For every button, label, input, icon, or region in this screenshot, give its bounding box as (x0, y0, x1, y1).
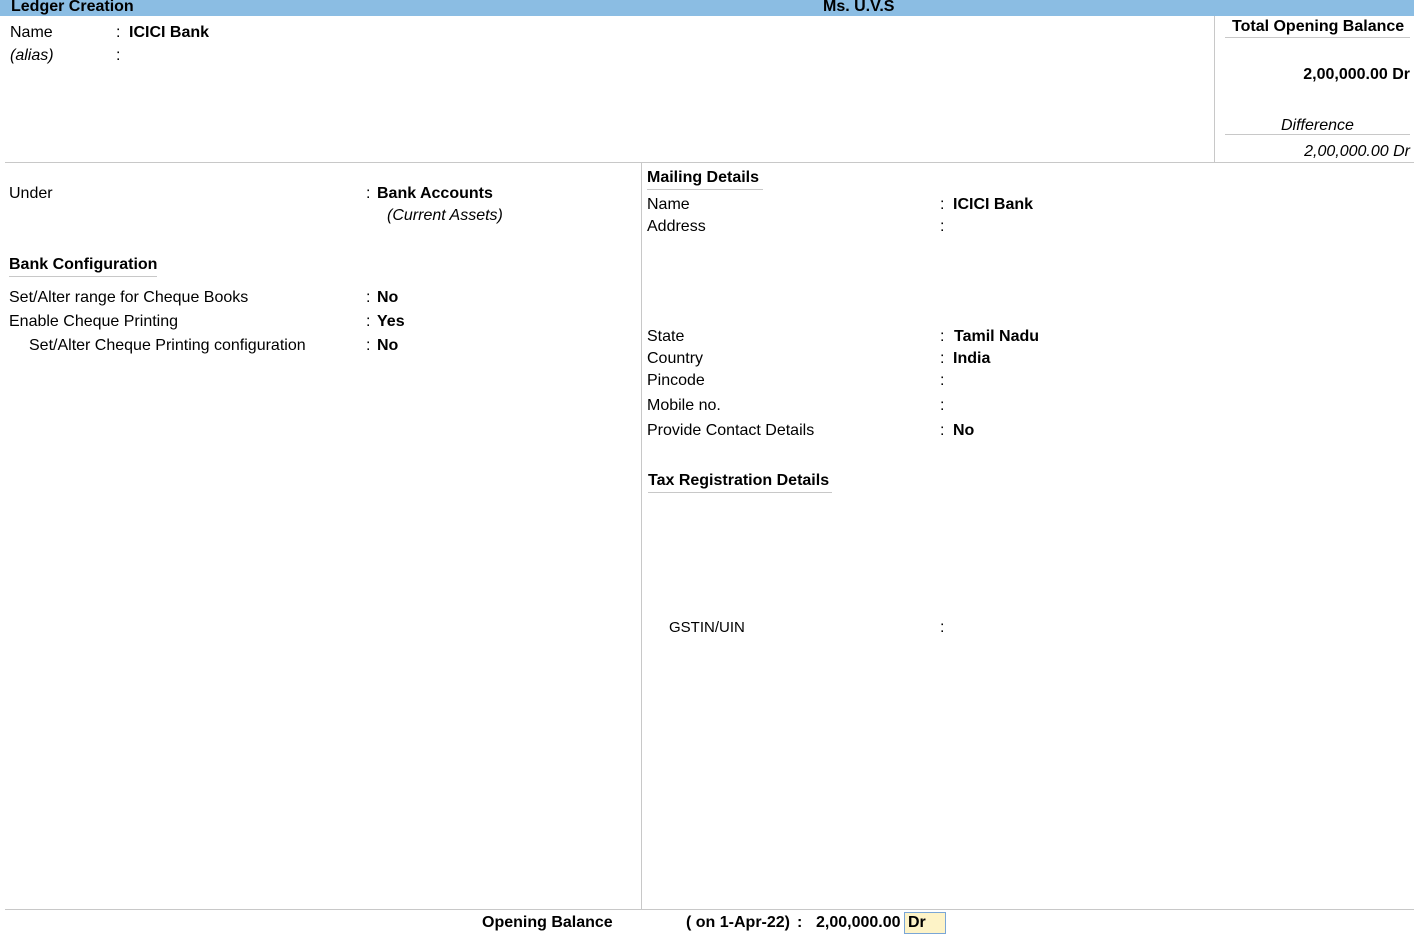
cheque-range-colon: : (366, 289, 371, 306)
cheque-printing-label: Enable Cheque Printing (9, 313, 179, 330)
balance-divider (1225, 37, 1410, 38)
difference-label: Difference (1281, 117, 1354, 134)
country-label: Country (647, 350, 704, 367)
pincode-colon: : (940, 372, 945, 389)
name-input[interactable]: ICICI Bank (129, 24, 209, 42)
mailing-details-heading: Mailing Details (647, 169, 764, 190)
contact-details-input[interactable]: No (953, 422, 974, 440)
opening-balance-colon: : (797, 914, 803, 931)
dr-cr-selector[interactable]: Dr (904, 912, 946, 934)
gstin-label: GSTIN/UIN (669, 619, 745, 636)
total-opening-balance-label: Total Opening Balance (1232, 18, 1405, 35)
alias-colon: : (116, 47, 121, 64)
bank-configuration-heading: Bank Configuration (9, 256, 158, 277)
opening-balance-date: ( on 1-Apr-22) (686, 914, 790, 931)
address-input[interactable] (953, 218, 1353, 308)
mobile-colon: : (940, 397, 945, 414)
state-colon: : (940, 328, 945, 345)
under-colon: : (366, 185, 371, 202)
under-input[interactable]: Bank Accounts (377, 185, 493, 203)
alias-label: (alias) (10, 47, 54, 64)
address-label: Address (647, 218, 706, 235)
alias-input[interactable] (129, 47, 429, 65)
company-name: Ms. U.V.S (823, 0, 895, 15)
state-input[interactable]: Tamil Nadu (954, 328, 1039, 346)
cheque-printing-input[interactable]: Yes (377, 313, 405, 331)
cheque-printing-config-colon: : (366, 337, 371, 354)
mobile-input[interactable] (953, 397, 1153, 415)
country-colon: : (940, 350, 945, 367)
country-input[interactable]: India (953, 350, 990, 368)
difference-divider (1225, 134, 1410, 135)
title-bar: Ledger Creation Ms. U.V.S (0, 0, 1414, 16)
gstin-input[interactable] (953, 619, 1203, 637)
mobile-label: Mobile no. (647, 397, 721, 414)
contact-details-label: Provide Contact Details (647, 422, 815, 439)
opening-balance-label: Opening Balance (482, 914, 613, 931)
total-opening-balance-value: 2,00,000.00 Dr (1303, 66, 1410, 83)
pincode-label: Pincode (647, 372, 705, 389)
opening-balance-amount-input[interactable]: 2,00,000.00 (816, 914, 901, 932)
under-label: Under (9, 185, 53, 202)
under-parent-group: (Current Assets) (387, 207, 503, 224)
mailing-name-label: Name (647, 196, 690, 213)
address-colon: : (940, 218, 945, 235)
cheque-range-label: Set/Alter range for Cheque Books (9, 289, 249, 306)
name-colon: : (116, 24, 121, 41)
difference-value: 2,00,000.00 Dr (1304, 143, 1410, 160)
gstin-colon: : (940, 619, 945, 636)
cheque-range-input[interactable]: No (377, 289, 398, 307)
state-label: State (647, 328, 685, 345)
cheque-printing-config-label: Set/Alter Cheque Printing configuration (29, 337, 306, 354)
cheque-printing-colon: : (366, 313, 371, 330)
contact-details-colon: : (940, 422, 945, 439)
cheque-printing-config-input[interactable]: No (377, 337, 398, 355)
footer-divider (5, 909, 1414, 910)
name-label: Name (10, 24, 53, 41)
header-divider (5, 162, 1414, 163)
screen-title: Ledger Creation (11, 0, 134, 15)
mailing-name-input[interactable]: ICICI Bank (953, 196, 1033, 214)
tax-registration-heading: Tax Registration Details (648, 472, 833, 493)
pincode-input[interactable] (953, 372, 1153, 390)
mailing-name-colon: : (940, 196, 945, 213)
panel-divider (641, 163, 642, 909)
